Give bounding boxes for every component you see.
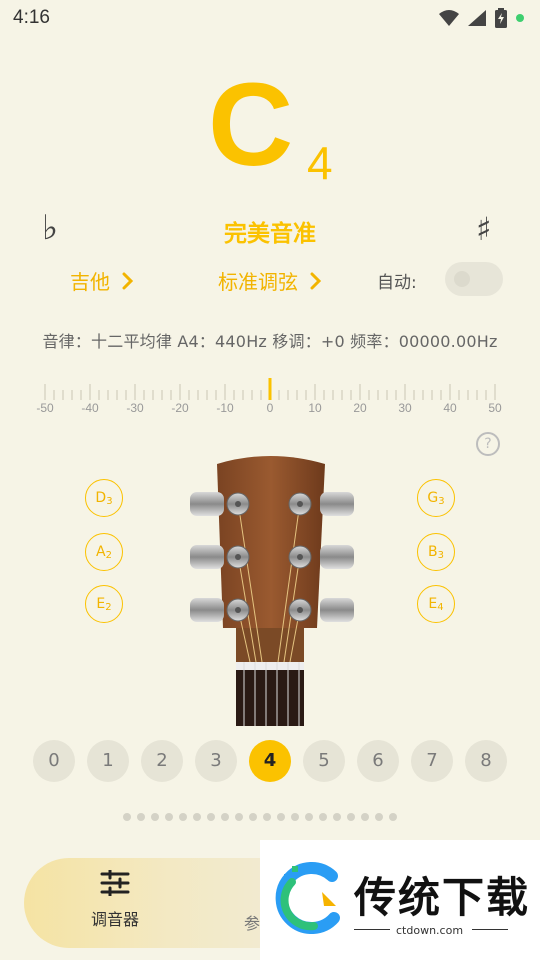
- octave-selector: 0 1 2 3 4 5 6 7 8: [33, 740, 507, 782]
- tuning-info: 音律：十二平均律 A4：440Hz 移调：+0 频率：00000.00Hz: [42, 332, 498, 351]
- status-icons: [439, 8, 524, 28]
- scale-label: 40: [443, 401, 457, 415]
- string-button-b3[interactable]: B3: [417, 533, 455, 571]
- scale-label: -50: [36, 401, 54, 415]
- octave-chip-3[interactable]: 3: [195, 740, 237, 782]
- detected-octave: 4: [307, 137, 333, 189]
- watermark-logo-icon: [275, 862, 340, 934]
- signal-icon: [468, 10, 486, 26]
- battery-icon: [495, 8, 507, 28]
- page-indicator: [123, 813, 397, 821]
- scale-label: -10: [216, 401, 234, 415]
- scale-label: 50: [488, 401, 502, 415]
- instrument-selector[interactable]: 吉他: [70, 266, 134, 295]
- detected-note: C: [208, 59, 294, 191]
- scale-label: 10: [308, 401, 322, 415]
- sliders-icon: [100, 868, 130, 898]
- nav-second-label[interactable]: 参: [244, 910, 260, 934]
- string-button-a2[interactable]: A2: [85, 533, 123, 571]
- scale-label: 0: [267, 401, 274, 415]
- scale-label: 20: [353, 401, 367, 415]
- octave-chip-4[interactable]: 4: [249, 740, 291, 782]
- tuning-selector[interactable]: 标准调弦: [218, 266, 322, 295]
- instrument-label: 吉他: [70, 270, 110, 294]
- chevron-right-icon: [310, 272, 322, 289]
- tuning-label: 标准调弦: [218, 270, 298, 294]
- octave-chip-6[interactable]: 6: [357, 740, 399, 782]
- help-icon[interactable]: ?: [476, 432, 500, 456]
- status-time: 4:16: [13, 7, 50, 28]
- scale-label: -30: [126, 401, 144, 415]
- scale-label: 30: [398, 401, 412, 415]
- string-button-e4[interactable]: E4: [417, 585, 455, 623]
- octave-chip-1[interactable]: 1: [87, 740, 129, 782]
- octave-chip-5[interactable]: 5: [303, 740, 345, 782]
- guitar-headstock: [190, 456, 354, 726]
- octave-chip-8[interactable]: 8: [465, 740, 507, 782]
- string-button-g3[interactable]: G3: [417, 479, 455, 517]
- status-bar: 4:16: [0, 0, 540, 38]
- octave-chip-2[interactable]: 2: [141, 740, 183, 782]
- scale-label: -40: [81, 401, 99, 415]
- chevron-right-icon: [122, 272, 134, 289]
- notification-dot: [516, 14, 524, 22]
- auto-toggle[interactable]: [445, 262, 503, 296]
- wifi-icon: [439, 10, 459, 26]
- sharp-icon: ♯: [476, 210, 492, 248]
- octave-chip-7[interactable]: 7: [411, 740, 453, 782]
- watermark: 传统下载 ctdown.com: [260, 840, 540, 960]
- tuning-needle: [268, 378, 272, 400]
- toggle-knob: [454, 271, 470, 287]
- auto-label: 自动:: [377, 273, 417, 293]
- nav-tuner-label: 调音器: [90, 910, 139, 929]
- string-button-e2[interactable]: E2: [85, 585, 123, 623]
- cents-scale: -50 -40 -30 -20 -10 0 10 20 30 40 50: [36, 378, 502, 415]
- watermark-url: ctdown.com: [396, 924, 464, 937]
- octave-chip-0[interactable]: 0: [33, 740, 75, 782]
- watermark-name: 传统下载: [354, 873, 531, 922]
- scale-label: -20: [171, 401, 189, 415]
- tuning-status: 完美音准: [224, 221, 316, 247]
- nav-tuner[interactable]: 调音器: [80, 868, 150, 930]
- string-button-d3[interactable]: D3: [85, 479, 123, 517]
